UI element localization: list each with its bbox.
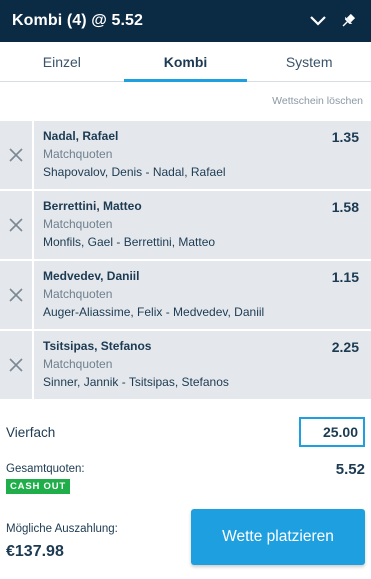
bet-event: Sinner, Jannik - Tsitsipas, Stefanos (43, 375, 229, 389)
bet-event: Auger-Aliassime, Felix - Medvedev, Danii… (43, 305, 265, 319)
close-icon (9, 148, 23, 162)
bet-details: Medvedev, Daniil Matchquoten Auger-Alias… (34, 261, 371, 329)
bet-details: Berrettini, Matteo Matchquoten Monfils, … (34, 191, 371, 259)
bet-market: Matchquoten (43, 357, 113, 371)
bet-event: Monfils, Gael - Berrettini, Matteo (43, 235, 216, 249)
remove-bet-button[interactable] (0, 121, 34, 189)
remove-bet-button[interactable] (0, 261, 34, 329)
bet-selection: Medvedev, Daniil (43, 269, 140, 283)
tab-system[interactable]: System (247, 42, 371, 81)
pin-icon[interactable] (337, 10, 359, 32)
close-icon (9, 218, 23, 232)
bet-market: Matchquoten (43, 287, 113, 301)
total-odds-section: Gesamtquoten: 5.52 CASH OUT (0, 459, 371, 503)
chevron-down-icon[interactable] (307, 10, 329, 32)
bet-list: Nadal, Rafael Matchquoten Shapovalov, De… (0, 120, 371, 399)
bet-odds: 1.15 (331, 269, 359, 285)
place-bet-button[interactable]: Wette platzieren (191, 509, 365, 565)
bet-odds: 1.58 (331, 199, 359, 215)
bet-item: Nadal, Rafael Matchquoten Shapovalov, De… (0, 121, 371, 189)
close-icon (9, 288, 23, 302)
clear-betslip-link[interactable]: Wettschein löschen (272, 95, 363, 107)
bet-market: Matchquoten (43, 147, 113, 161)
bet-event: Shapovalov, Denis - Nadal, Rafael (43, 165, 226, 179)
bet-item: Berrettini, Matteo Matchquoten Monfils, … (0, 191, 371, 259)
total-odds-value: 5.52 (335, 461, 365, 478)
bet-selection: Tsitsipas, Stefanos (43, 339, 152, 353)
bet-market: Matchquoten (43, 217, 113, 231)
tab-einzel[interactable]: Einzel (0, 42, 124, 81)
bet-selection: Nadal, Rafael (43, 129, 119, 143)
payout-section: Mögliche Auszahlung: €137.98 Wette platz… (0, 509, 371, 571)
stake-label: Vierfach (6, 424, 56, 440)
betslip-header: Kombi (4) @ 5.52 (0, 0, 371, 42)
total-odds-label: Gesamtquoten: (6, 463, 85, 475)
bet-item: Tsitsipas, Stefanos Matchquoten Sinner, … (0, 331, 371, 399)
bet-details: Tsitsipas, Stefanos Matchquoten Sinner, … (34, 331, 371, 399)
stake-input[interactable] (299, 417, 365, 447)
tab-kombi[interactable]: Kombi (123, 42, 248, 82)
bet-selection: Berrettini, Matteo (43, 199, 142, 213)
bet-odds: 2.25 (331, 339, 359, 355)
bet-odds: 1.35 (331, 129, 359, 145)
bet-details: Nadal, Rafael Matchquoten Shapovalov, De… (34, 121, 371, 189)
cashout-badge: CASH OUT (6, 479, 71, 494)
bet-item: Medvedev, Daniil Matchquoten Auger-Alias… (0, 261, 371, 329)
close-icon (9, 358, 23, 372)
remove-bet-button[interactable] (0, 331, 34, 399)
clear-row: Wettschein löschen (0, 82, 371, 120)
betslip-tabs: Einzel Kombi System (0, 42, 371, 82)
remove-bet-button[interactable] (0, 191, 34, 259)
stake-row: Vierfach (0, 405, 371, 459)
betslip-title: Kombi (4) @ 5.52 (12, 12, 144, 29)
